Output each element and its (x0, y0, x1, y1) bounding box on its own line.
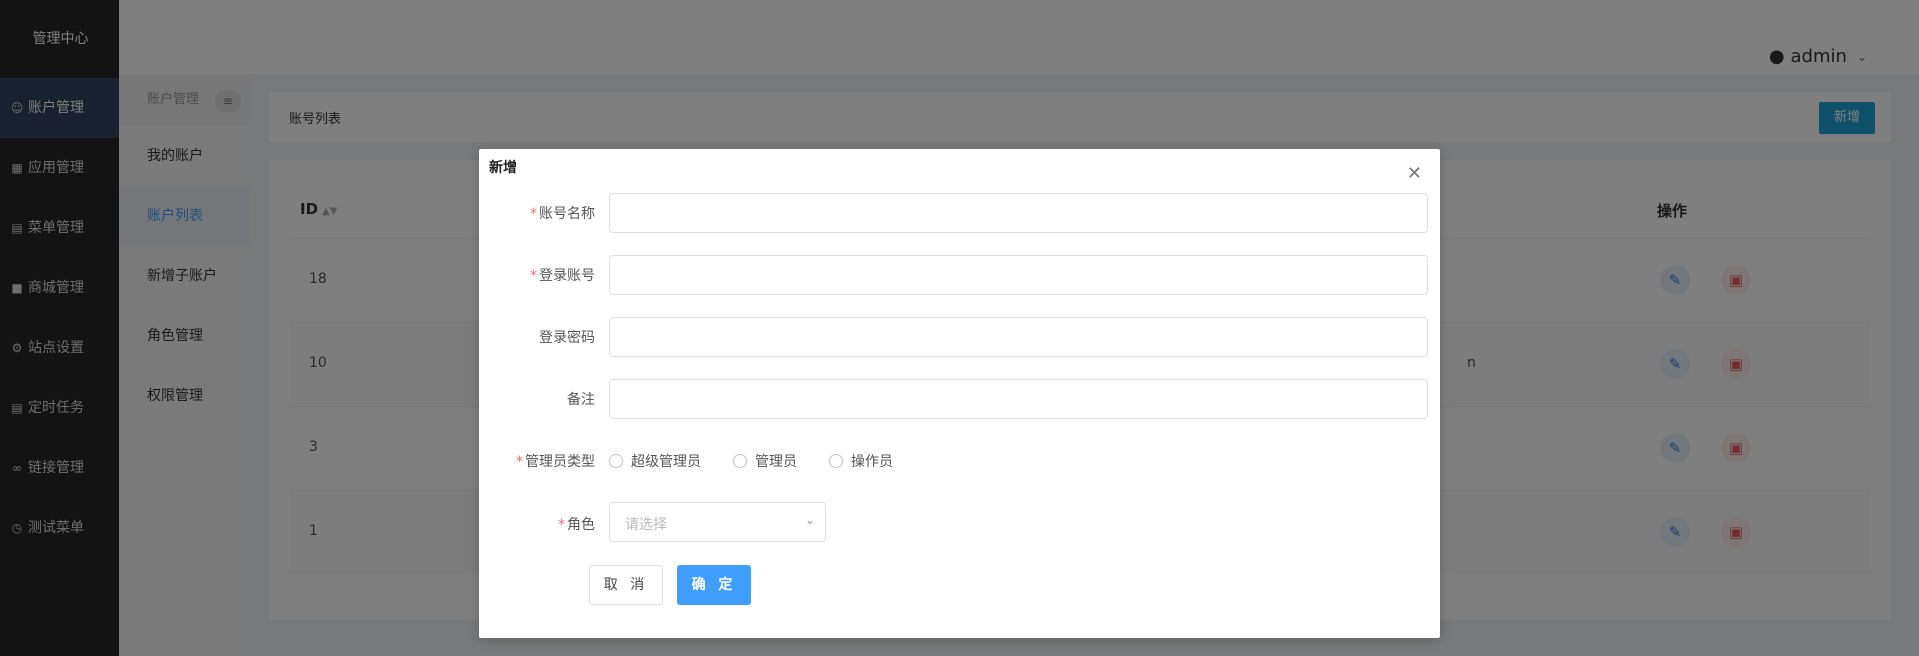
account-name-input[interactable] (609, 193, 1428, 233)
admin-type-radio-group: 超级管理员 管理员 操作员 (609, 451, 893, 471)
add-account-dialog: 新增 ✕ *账号名称 *登录账号 登录密码 备注 *管理员类型 超级管理员 (479, 149, 1440, 638)
close-icon[interactable]: ✕ (1407, 163, 1422, 184)
form-row-admin-type: * 管理员类型 超级管理员 管理员 操作员 (479, 439, 1440, 481)
app-root: 管理中心 ☺ 账户管理 ▦ 应用管理 ▤ 菜单管理 ■ 商城管理 ⚙ 站点设置 … (0, 0, 1919, 656)
field-label: * 管理员类型 (516, 454, 595, 470)
radio-circle[interactable] (609, 454, 623, 468)
required-mark: * (558, 517, 565, 533)
form-row-login-account: * 登录账号 (479, 253, 1440, 295)
field-label: * 角色 (558, 517, 595, 533)
cancel-button[interactable]: 取 消 (589, 565, 663, 605)
form-row-remark: 备注 (479, 377, 1440, 419)
radio-circle[interactable] (733, 454, 747, 468)
role-select[interactable]: 请选择 ⌄ (609, 502, 826, 542)
chevron-down-icon: ⌄ (804, 513, 815, 527)
required-mark: * (530, 206, 537, 222)
confirm-button[interactable]: 确 定 (677, 565, 751, 605)
field-label: * 账号名称 (530, 206, 595, 222)
required-mark: * (516, 454, 523, 470)
dialog-title: 新增 (489, 160, 517, 176)
field-label: 备注 (567, 392, 595, 408)
login-password-input[interactable] (609, 317, 1428, 357)
form-row-login-password: 登录密码 (479, 315, 1440, 357)
radio-super-admin[interactable]: 超级管理员 (609, 451, 701, 471)
field-label: * 登录账号 (530, 268, 595, 284)
form-row-account-name: * 账号名称 (479, 191, 1440, 233)
remark-input[interactable] (609, 379, 1428, 419)
required-mark: * (530, 268, 537, 284)
radio-circle[interactable] (829, 454, 843, 468)
field-label: 登录密码 (539, 330, 595, 346)
radio-operator[interactable]: 操作员 (829, 451, 893, 471)
select-placeholder: 请选择 (625, 517, 667, 533)
login-account-input[interactable] (609, 255, 1428, 295)
form-row-role: * 角色 请选择 ⌄ (479, 502, 1440, 544)
radio-admin[interactable]: 管理员 (733, 451, 797, 471)
